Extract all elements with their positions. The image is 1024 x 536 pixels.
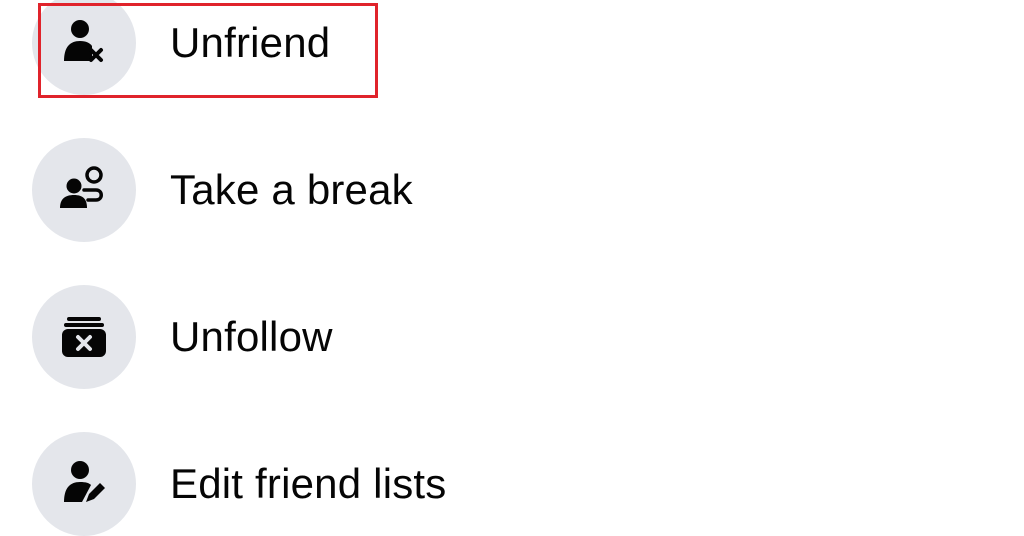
- menu-item-edit-friend-lists[interactable]: Edit friend lists: [32, 432, 652, 536]
- unfollow-icon: [32, 285, 136, 389]
- menu-item-label: Edit friend lists: [170, 460, 447, 507]
- menu-item-label: Take a break: [170, 166, 413, 213]
- menu-item-unfriend[interactable]: Unfriend: [32, 0, 652, 95]
- menu-item-label: Unfollow: [170, 313, 333, 360]
- friend-options-menu: Unfriend Take a break Unfollow Edit frie…: [0, 0, 1024, 536]
- unfriend-icon: [32, 0, 136, 95]
- menu-item-unfollow[interactable]: Unfollow: [32, 285, 652, 389]
- menu-item-take-a-break[interactable]: Take a break: [32, 138, 652, 242]
- menu-item-label: Unfriend: [170, 19, 331, 66]
- edit-friend-lists-icon: [32, 432, 136, 536]
- take-a-break-icon: [32, 138, 136, 242]
